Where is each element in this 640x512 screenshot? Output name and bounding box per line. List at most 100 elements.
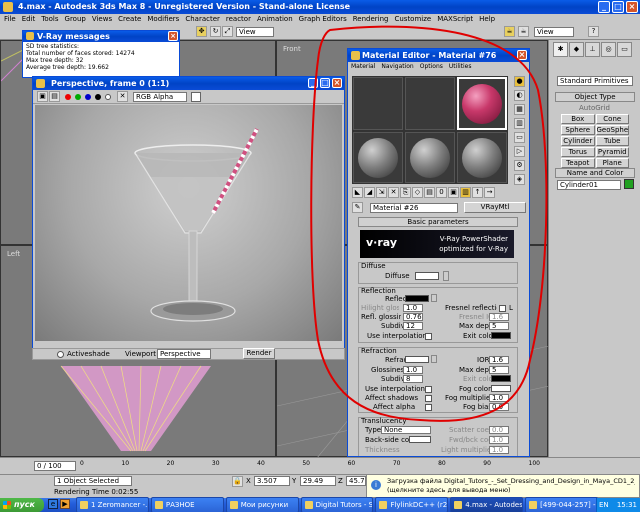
mat-menu-utilities[interactable]: Utilities <box>449 63 472 70</box>
menu-tools[interactable]: Tools <box>41 15 58 23</box>
mat-menu-material[interactable]: Material <box>351 63 375 70</box>
menu-rendering[interactable]: Rendering <box>353 15 389 23</box>
put-library-icon[interactable]: ▤ <box>424 187 435 198</box>
menu-edit[interactable]: Edit <box>22 15 36 23</box>
put-to-scene-icon[interactable]: ◢ <box>364 187 375 198</box>
refl-gloss-field[interactable]: 0.76 <box>403 313 423 321</box>
material-name-field[interactable]: Material #26 <box>370 203 458 213</box>
refl-subdivs-field[interactable]: 12 <box>403 322 423 330</box>
mono-channel-icon[interactable] <box>105 94 111 100</box>
app-titlebar[interactable]: 4.max - Autodesk 3ds Max 8 - Unregistere… <box>0 0 640 14</box>
primitive-type-dropdown[interactable]: Standard Primitives <box>557 76 633 86</box>
get-material-icon[interactable]: ◣ <box>352 187 363 198</box>
select-by-material-icon[interactable]: ◈ <box>514 174 525 185</box>
menu-help[interactable]: Help <box>479 15 495 23</box>
pick-material-icon[interactable]: ✎ <box>352 202 363 213</box>
taskbar-item[interactable]: РАЗНОЕ <box>150 497 224 512</box>
background-icon[interactable]: ▦ <box>514 104 525 115</box>
hierarchy-tab-icon[interactable]: ⊥ <box>585 42 600 57</box>
frame-titlebar[interactable]: Perspective, frame 0 (1:1) _ □ × <box>33 77 344 90</box>
menu-create[interactable]: Create <box>118 15 141 23</box>
light-mult-field[interactable]: 1.0 <box>489 446 509 454</box>
box-button[interactable]: Box <box>561 114 595 124</box>
taskbar-item[interactable]: [499-044-257] - ... <box>525 497 599 512</box>
basic-parameters-rollout[interactable]: Basic parameters <box>358 217 518 227</box>
back-side-color-swatch[interactable] <box>409 436 431 443</box>
channel-dropdown[interactable]: RGB Alpha <box>133 92 187 102</box>
sample-slot-2[interactable] <box>405 77 455 130</box>
go-parent-icon[interactable]: ↑ <box>472 187 483 198</box>
media-player-icon[interactable]: ▶ <box>60 499 70 509</box>
sample-slot-5[interactable] <box>405 132 455 183</box>
mat-menu-options[interactable]: Options <box>420 63 443 70</box>
menu-graph-editors[interactable]: Graph Editors <box>299 15 347 23</box>
rotate-icon[interactable]: ↻ <box>210 26 221 37</box>
y-coord-field[interactable]: 29.49 <box>300 476 336 486</box>
object-name-field[interactable]: Cylinder01 <box>557 180 621 190</box>
taskbar-item[interactable]: 4.max - Autodesk... <box>450 497 524 512</box>
sample-slot-1[interactable] <box>353 77 403 130</box>
refr-interp-checkbox[interactable] <box>425 386 432 393</box>
blue-channel-icon[interactable] <box>85 94 91 100</box>
fog-color-swatch[interactable] <box>491 385 511 392</box>
modify-tab-icon[interactable]: ◆ <box>569 42 584 57</box>
fwd-bck-coeff-field[interactable]: 1.0 <box>489 436 509 444</box>
scale-icon[interactable]: ⤢ <box>222 26 233 37</box>
teapot-button[interactable]: Teapot <box>561 158 595 168</box>
green-channel-icon[interactable] <box>75 94 81 100</box>
affect-shadows-checkbox[interactable] <box>425 395 432 402</box>
backlight-icon[interactable]: ◐ <box>514 90 525 101</box>
fresnel-checkbox[interactable] <box>499 305 506 312</box>
display-tab-icon[interactable]: ▭ <box>617 42 632 57</box>
menu-maxscript[interactable]: MAXScript <box>437 15 473 23</box>
time-slider[interactable]: 0 / 100 <box>34 461 76 471</box>
viewport-select[interactable]: Perspective <box>157 349 211 359</box>
maximize-icon[interactable]: □ <box>612 1 624 13</box>
ior-field[interactable]: 1.6 <box>489 356 509 364</box>
menu-customize[interactable]: Customize <box>394 15 431 23</box>
taskbar-item[interactable]: Мои рисунки <box>225 497 299 512</box>
taskbar-item[interactable]: Digital Tutors - Se... <box>300 497 374 512</box>
material-type-button[interactable]: VRayMtl <box>464 202 526 213</box>
menu-animation[interactable]: Animation <box>257 15 293 23</box>
quick-render-icon[interactable]: ☕ <box>518 26 529 37</box>
frame-maximize-icon[interactable]: □ <box>320 78 330 88</box>
vray-messages-close-icon[interactable]: × <box>168 31 178 41</box>
refl-exit-color-swatch[interactable] <box>491 332 511 339</box>
x-coord-field[interactable]: 3.507 <box>254 476 290 486</box>
show-map-icon[interactable]: ▣ <box>448 187 459 198</box>
mat-menu-navigation[interactable]: Navigation <box>381 63 413 70</box>
uv-tiling-icon[interactable]: ▥ <box>514 118 525 129</box>
menu-views[interactable]: Views <box>92 15 112 23</box>
translucency-type-select[interactable]: None <box>381 426 431 434</box>
minimize-icon[interactable]: _ <box>598 1 610 13</box>
tube-button[interactable]: Tube <box>595 136 629 146</box>
create-tab-icon[interactable]: ✱ <box>553 42 568 57</box>
refr-max-depth-field[interactable]: 5 <box>489 366 509 374</box>
view-dropdown[interactable]: View <box>236 27 274 37</box>
alpha-channel-icon[interactable] <box>95 94 101 100</box>
taskbar-item[interactable]: 1 Zeromancer -... <box>76 497 149 512</box>
diffuse-swatch[interactable] <box>415 272 439 280</box>
reflect-swatch[interactable] <box>405 295 429 302</box>
motion-tab-icon[interactable]: ◎ <box>601 42 616 57</box>
frame-close-icon[interactable]: × <box>332 78 342 88</box>
options-icon[interactable]: ⚙ <box>514 160 525 171</box>
material-editor-titlebar[interactable]: Material Editor - Material #76 × <box>348 49 529 62</box>
z-coord-field[interactable]: 45.73 <box>346 476 366 486</box>
help-icon[interactable]: ? <box>588 26 599 37</box>
taskbar-item[interactable]: FlylinkDC++ (r29... <box>375 497 449 512</box>
menu-file[interactable]: File <box>4 15 16 23</box>
save-image-icon[interactable]: ▣ <box>37 91 48 102</box>
name-color-rollout[interactable]: Name and Color <box>555 168 635 178</box>
object-color-swatch[interactable] <box>624 179 634 189</box>
show-end-result-icon[interactable]: ▥ <box>460 187 471 198</box>
menu-reactor[interactable]: reactor <box>226 15 251 23</box>
cone-button[interactable]: Cone <box>595 114 629 124</box>
reflect-map-button[interactable] <box>431 294 437 302</box>
frame-minimize-icon[interactable]: _ <box>308 78 318 88</box>
menu-modifiers[interactable]: Modifiers <box>147 15 179 23</box>
lang-indicator[interactable]: EN <box>599 498 609 512</box>
activeshade-radio[interactable] <box>57 351 64 358</box>
refr-exit-color-swatch[interactable] <box>491 375 511 382</box>
